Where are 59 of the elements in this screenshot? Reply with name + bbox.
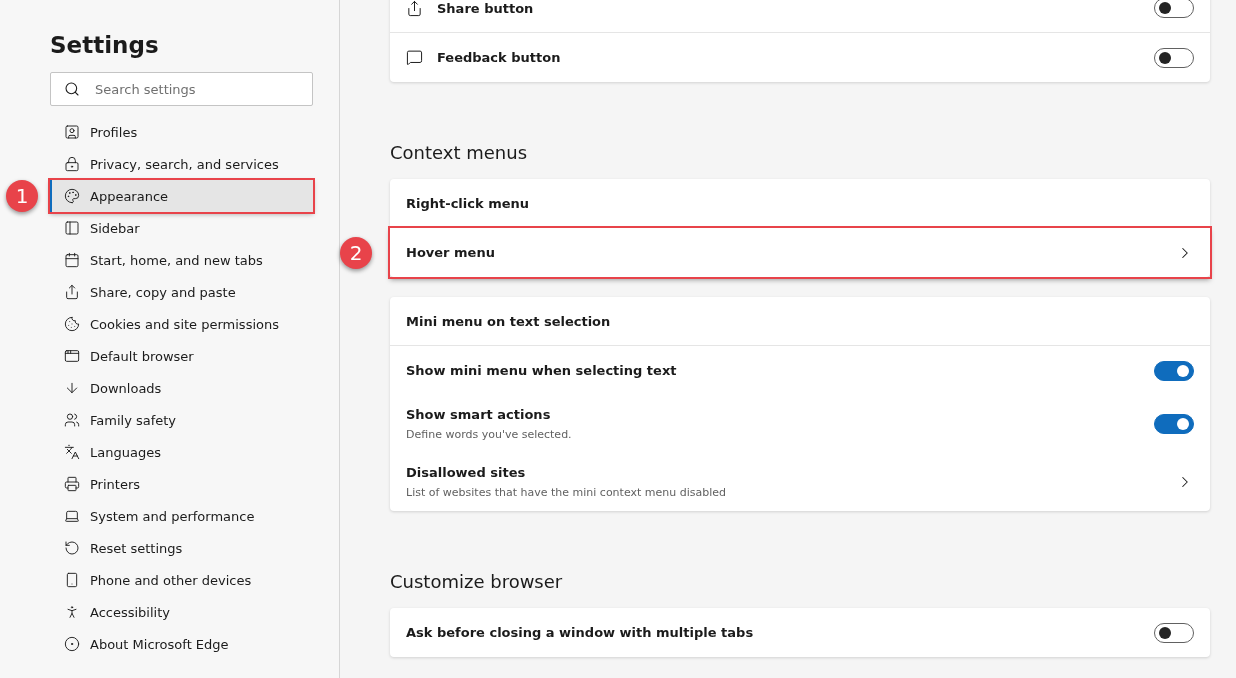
nav-item[interactable]: Default browser <box>50 340 313 372</box>
toggle-switch[interactable] <box>1154 622 1194 643</box>
cookie-icon <box>64 316 80 332</box>
share-icon <box>406 0 423 17</box>
nav-item[interactable]: Sidebar <box>50 212 313 244</box>
nav-item[interactable]: Profiles <box>50 116 313 148</box>
callout-badge: 1 <box>6 180 38 212</box>
nav-item[interactable]: About Microsoft Edge <box>50 628 313 660</box>
toggle-switch[interactable] <box>1154 47 1194 68</box>
nav-item[interactable]: Phone and other devices <box>50 564 313 596</box>
setting-label: Right-click menu <box>406 196 530 211</box>
setting-description: List of websites that have the mini context menu disabled <box>406 486 727 499</box>
profile-icon <box>64 124 80 140</box>
circle-icon <box>64 636 80 652</box>
nav-item[interactable]: Reset settings <box>50 532 313 564</box>
section-heading: Customize browser <box>390 571 564 592</box>
settings-title: Settings <box>50 32 160 58</box>
callout-badge: 2 <box>340 236 372 269</box>
search-field[interactable]: Search settings <box>50 72 313 106</box>
toggle-switch[interactable] <box>1154 0 1194 18</box>
nav-item[interactable]: Share, copy and paste <box>50 276 313 308</box>
chat-icon <box>406 49 423 66</box>
palette-icon <box>64 188 80 204</box>
person-icon <box>64 604 80 620</box>
setting-label: Feedback button <box>437 50 562 65</box>
search-icon <box>64 81 80 97</box>
panel-icon <box>64 220 80 236</box>
setting-label: Hover menu <box>406 245 496 260</box>
nav-item[interactable]: Downloads <box>50 372 313 404</box>
nav-item[interactable]: Cookies and site permissions <box>50 308 313 340</box>
toggle-switch[interactable] <box>1154 414 1194 434</box>
reset-icon <box>64 540 80 556</box>
nav-item[interactable]: Privacy, search, and services <box>50 148 313 180</box>
window-icon <box>64 348 80 364</box>
setting-label: Show smart actions <box>406 407 552 422</box>
share-icon <box>64 284 80 300</box>
setting-label: Show mini menu when selecting text <box>406 363 678 378</box>
calendar-icon <box>64 252 80 268</box>
setting-description: Define words you've selected. <box>406 428 573 441</box>
section-heading: Context menus <box>390 142 529 163</box>
toggle-switch[interactable] <box>1154 360 1194 381</box>
nav-item[interactable]: System and performance <box>50 500 313 532</box>
setting-label: Mini menu on text selection <box>406 313 612 329</box>
lock-icon <box>64 156 80 172</box>
menu-row[interactable]: Disallowed sites List of websites that have the mini context menu disabled <box>390 453 1210 511</box>
nav-item[interactable]: Languages <box>50 436 313 468</box>
phone-icon <box>64 572 80 588</box>
nav-item[interactable]: Printers <box>50 468 313 500</box>
setting-label: Share button <box>437 0 535 16</box>
printer-icon <box>64 476 80 492</box>
download-icon <box>64 380 80 396</box>
people-icon <box>64 412 80 428</box>
nav-item[interactable]: Family safety <box>50 404 313 436</box>
setting-label: Disallowed sites <box>406 465 527 480</box>
laptop-icon <box>64 508 80 524</box>
nav-item[interactable]: Accessibility <box>50 596 313 628</box>
language-icon <box>64 444 80 460</box>
nav-item[interactable]: Start, home, and new tabs <box>50 244 313 276</box>
setting-label: Ask before closing a window with multiple tabs <box>406 625 755 640</box>
